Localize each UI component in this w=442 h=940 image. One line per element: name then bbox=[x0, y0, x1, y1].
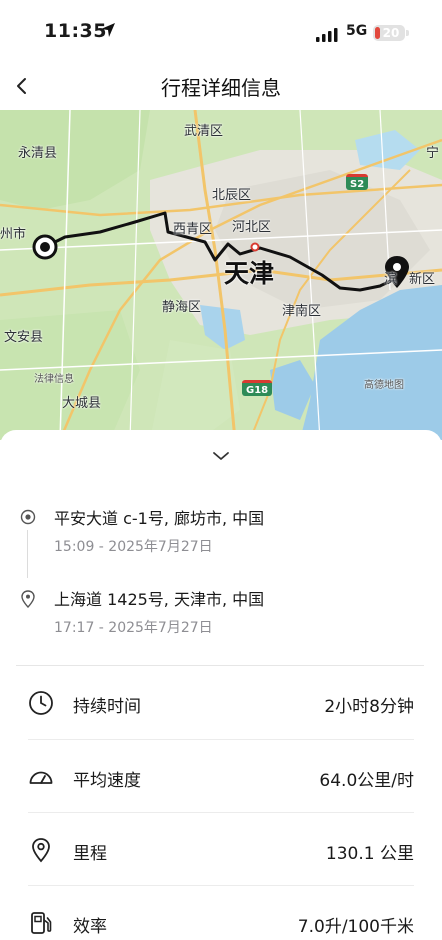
status-bar: 11:35 5G 20 bbox=[0, 0, 442, 64]
highway-shield-g18: G18 bbox=[242, 380, 273, 396]
stat-row-efficiency: 效率 7.0升/100千米 bbox=[0, 886, 442, 940]
stat-value: 7.0升/100千米 bbox=[297, 917, 414, 937]
page-title: 行程详细信息 bbox=[161, 76, 281, 100]
stat-value: 64.0公里/时 bbox=[319, 771, 414, 791]
end-time: 17:17 - 2025年7月27日 bbox=[54, 620, 213, 636]
stat-value: 2小时8分钟 bbox=[324, 697, 414, 717]
map-label-zhoushi: 州市 bbox=[0, 227, 27, 242]
stat-label: 效率 bbox=[73, 917, 107, 937]
map-label-jinghai: 静海区 bbox=[162, 300, 202, 315]
network-type: 5G bbox=[346, 23, 368, 39]
start-point-icon bbox=[20, 509, 36, 527]
collapse-sheet-button[interactable] bbox=[205, 445, 237, 467]
map-label-jinnan: 津南区 bbox=[282, 304, 322, 319]
nav-bar: 行程详细信息 bbox=[0, 64, 442, 110]
map-label-dacheng: 大城县 bbox=[62, 396, 102, 411]
location-arrow-icon bbox=[100, 22, 116, 42]
stat-row-mileage: 里程 130.1 公里 bbox=[0, 813, 442, 887]
map-label-hebei: 河北区 bbox=[232, 220, 272, 235]
battery-icon: 20 bbox=[373, 25, 409, 41]
speedometer-icon bbox=[28, 764, 54, 790]
map-legal-info[interactable]: 法律信息 bbox=[34, 370, 74, 385]
location-pin-icon bbox=[28, 837, 54, 863]
stat-value: 130.1 公里 bbox=[325, 844, 414, 864]
stat-row-avg-speed: 平均速度 64.0公里/时 bbox=[0, 740, 442, 814]
highway-shield-s2: S2 bbox=[346, 174, 369, 190]
map-label-wuqing: 武清区 bbox=[184, 124, 224, 139]
chevron-down-icon bbox=[213, 452, 229, 460]
start-time: 15:09 - 2025年7月27日 bbox=[54, 539, 213, 555]
fuel-pump-icon bbox=[28, 910, 54, 936]
map-label-bin: 滨 bbox=[384, 272, 398, 287]
map-label-xiqing: 西青区 bbox=[173, 222, 213, 237]
route-connector bbox=[27, 530, 28, 578]
map-label-ning: 宁 bbox=[426, 146, 440, 161]
route-map[interactable]: 武清区 永清县 宁 北辰区 西青区 河北区 天津 静海区 津南区 滨 新区 州市… bbox=[0, 110, 442, 440]
stat-label: 平均速度 bbox=[73, 771, 141, 791]
stat-label: 持续时间 bbox=[73, 697, 141, 717]
end-point-icon bbox=[20, 590, 36, 609]
end-address: 上海道 1425号, 天津市, 中国 bbox=[54, 590, 265, 609]
clock-icon bbox=[28, 690, 54, 716]
map-label-wenan: 文安县 bbox=[4, 330, 44, 345]
map-label-tianjin: 天津 bbox=[224, 259, 275, 288]
cellular-signal-icon bbox=[316, 27, 338, 46]
map-label-beichen: 北辰区 bbox=[212, 188, 252, 203]
map-provider-watermark: 高德地图 bbox=[364, 380, 404, 391]
stat-row-duration: 持续时间 2小时8分钟 bbox=[0, 666, 442, 740]
map-label-yongqing: 永清县 bbox=[18, 146, 58, 161]
start-address: 平安大道 c-1号, 廊坊市, 中国 bbox=[54, 509, 265, 528]
battery-level: 20 bbox=[382, 26, 400, 40]
status-time: 11:35 bbox=[44, 20, 107, 42]
map-label-xinqu: 新区 bbox=[409, 272, 436, 287]
stat-label: 里程 bbox=[73, 844, 107, 864]
